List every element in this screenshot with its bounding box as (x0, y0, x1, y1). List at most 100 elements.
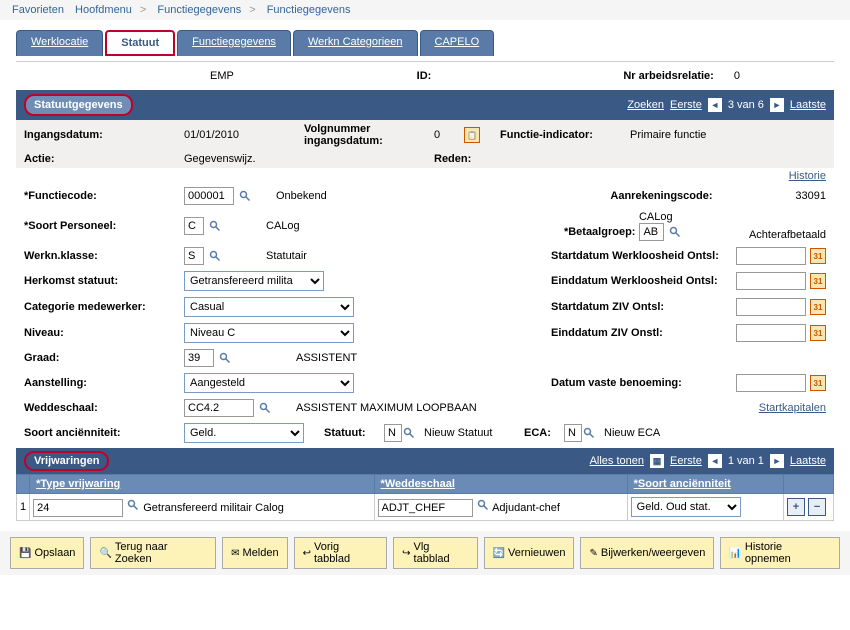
lookup-icon[interactable] (208, 219, 222, 233)
weddeschaal-desc: ASSISTENT MAXIMUM LOOPBAAN (296, 402, 477, 414)
niveau-label: Niveau: (24, 327, 184, 339)
statuutgegevens-title: Statuutgegevens (24, 94, 133, 116)
functie-indicator-label: Functie-indicator: (500, 129, 630, 141)
lookup-icon[interactable] (258, 401, 272, 415)
soort-ancienniteit-select[interactable]: Geld. (184, 423, 304, 443)
betaalgroep-input[interactable] (639, 223, 664, 241)
footer-toolbar: 💾Opslaan 🔍Terug naar Zoeken ✉Melden ↩Vor… (0, 531, 850, 575)
tab-statuut[interactable]: Statuut (105, 30, 175, 56)
eca-input[interactable] (564, 424, 582, 442)
betaalgroep-label: Betaalgroep: (568, 226, 635, 238)
functiecode-label: Functiecode: (24, 190, 184, 202)
functiecode-input[interactable] (184, 187, 234, 205)
historie-opnemen-button[interactable]: 📊Historie opnemen (720, 537, 840, 569)
einddatum-ziv-input[interactable] (736, 324, 806, 342)
calendar-icon[interactable]: 31 (810, 325, 826, 341)
lookup-icon[interactable] (208, 249, 222, 263)
aanstelling-select[interactable]: Aangesteld (184, 373, 354, 393)
lookup-icon[interactable] (476, 498, 490, 512)
row-number: 1 (17, 494, 30, 521)
herkomst-statuut-select[interactable]: Getransfereerd milita (184, 271, 324, 291)
terug-button[interactable]: 🔍Terug naar Zoeken (90, 537, 216, 569)
calendar-icon[interactable]: 31 (810, 248, 826, 264)
tab-functiegegevens[interactable]: Functiegegevens (177, 30, 291, 56)
alles-tonen-link[interactable]: Alles tonen (590, 455, 644, 467)
prev-icon[interactable]: ◄ (708, 98, 722, 112)
vr-soort-select[interactable]: Geld. Oud stat. (631, 497, 741, 517)
betaalgroep-desc: Achterafbetaald (749, 229, 826, 241)
soort-ancienniteit-label: Soort anciënniteit: (24, 427, 184, 439)
vernieuwen-button[interactable]: 🔄Vernieuwen (484, 537, 575, 569)
lookup-icon[interactable] (402, 426, 416, 440)
bc-hoofdmenu[interactable]: Hoofdmenu (75, 4, 132, 16)
startdatum-ziv-label: Startdatum ZIV Ontsl: (551, 301, 736, 313)
vr-laatste-link[interactable]: Laatste (790, 455, 826, 467)
add-row-button[interactable]: + (787, 498, 805, 516)
bc-favorieten[interactable]: Favorieten (12, 4, 64, 16)
laatste-link[interactable]: Laatste (790, 99, 826, 111)
einddatum-werkloosheid-input[interactable] (736, 272, 806, 290)
col-weddeschaal[interactable]: Weddeschaal (374, 475, 627, 494)
lookup-icon[interactable] (218, 351, 232, 365)
calendar-icon[interactable]: 31 (810, 273, 826, 289)
remove-row-button[interactable]: − (808, 498, 826, 516)
actie-value: Gegevenswijz. (184, 153, 304, 165)
vr-eerste-link[interactable]: Eerste (670, 455, 702, 467)
datum-vaste-benoeming-input[interactable] (736, 374, 806, 392)
opslaan-button[interactable]: 💾Opslaan (10, 537, 84, 569)
eca-desc: Nieuw ECA (604, 427, 660, 439)
eca-label: ECA: (524, 427, 564, 439)
vr-type-input[interactable] (33, 499, 123, 517)
vlg-tabblad-button[interactable]: ↪Vlg tabblad (393, 537, 477, 569)
vorig-tabblad-button[interactable]: ↩Vorig tabblad (294, 537, 388, 569)
eerste-link[interactable]: Eerste (670, 99, 702, 111)
startkapitalen-link[interactable]: Startkapitalen (759, 402, 826, 414)
soort-personeel-label: Soort Personeel: (24, 220, 184, 232)
statuutgegevens-header: Statuutgegevens Zoeken Eerste ◄ 3 van 6 … (16, 90, 834, 120)
statuut-desc: Nieuw Statuut (424, 427, 524, 439)
lookup-icon[interactable] (582, 426, 596, 440)
next-icon[interactable]: ► (770, 98, 784, 112)
niveau-select[interactable]: Niveau C (184, 323, 354, 343)
history-icon: 📊 (729, 548, 741, 559)
bc-fg1[interactable]: Functiegegevens (157, 4, 241, 16)
startdatum-werkloosheid-input[interactable] (736, 247, 806, 265)
weddeschaal-input[interactable] (184, 399, 254, 417)
tab-werkn-categorieen[interactable]: Werkn Categorieen (293, 30, 418, 56)
graad-input[interactable] (184, 349, 214, 367)
vrijwaringen-header: Vrijwaringen Alles tonen ▦ Eerste ◄ 1 va… (16, 446, 834, 474)
werknklasse-input[interactable] (184, 247, 204, 265)
melden-button[interactable]: ✉Melden (222, 537, 287, 569)
startdatum-ziv-input[interactable] (736, 298, 806, 316)
bijwerken-button[interactable]: ✎Bijwerken/weergeven (580, 537, 714, 569)
save-icon: 💾 (19, 548, 31, 559)
update-icon: ✎ (589, 548, 597, 559)
lookup-icon[interactable] (668, 225, 682, 239)
tab-capelo[interactable]: CAPELO (420, 30, 495, 56)
ingangsdatum-value: 01/01/2010 (184, 129, 304, 141)
calendar-icon[interactable]: 31 (810, 375, 826, 391)
historie-link[interactable]: Historie (16, 168, 834, 184)
categorie-medewerker-select[interactable]: Casual (184, 297, 354, 317)
calendar-icon[interactable]: 📋 (464, 127, 480, 143)
tab-werklocatie[interactable]: Werklocatie (16, 30, 103, 56)
lookup-icon[interactable] (126, 498, 140, 512)
graad-label: Graad: (24, 352, 184, 364)
calendar-icon[interactable]: 31 (810, 299, 826, 315)
col-soort-ancienniteit[interactable]: Soort anciënniteit (627, 475, 783, 494)
vr-prev-icon[interactable]: ◄ (708, 454, 722, 468)
lookup-icon[interactable] (238, 189, 252, 203)
soort-personeel-input[interactable] (184, 217, 204, 235)
bc-fg2[interactable]: Functiegegevens (267, 4, 351, 16)
herkomst-statuut-label: Herkomst statuut: (24, 275, 184, 287)
header-summary: EMP ID: Nr arbeidsrelatie: 0 (16, 62, 834, 90)
vr-next-icon[interactable]: ► (770, 454, 784, 468)
expand-icon[interactable]: ▦ (650, 454, 664, 468)
zoeken-link[interactable]: Zoeken (627, 99, 664, 111)
col-type-vrijwaring[interactable]: Type vrijwaring (30, 475, 374, 494)
vr-wedde-input[interactable] (378, 499, 473, 517)
statuut-input[interactable] (384, 424, 402, 442)
actie-label: Actie: (24, 153, 184, 165)
reden-label: Reden: (434, 153, 514, 165)
vr-type-desc: Getransfereerd militair Calog (143, 502, 284, 514)
